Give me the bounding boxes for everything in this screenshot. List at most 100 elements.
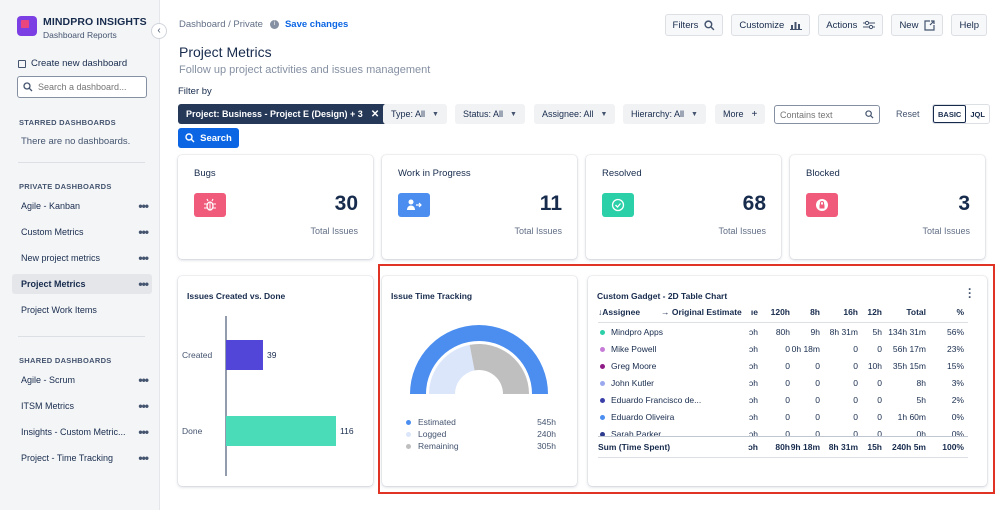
chevron-down-icon: ▼: [432, 110, 439, 118]
assignee-cell: Mindpro Apps: [600, 324, 663, 341]
starred-header: STARRED DASHBOARDS: [19, 118, 116, 127]
assignee-name: John Kutler: [611, 378, 654, 388]
col-assignee[interactable]: ↓Assignee: [598, 304, 640, 321]
sidebar-item-label: Project Work Items: [21, 305, 97, 315]
stat-card-resolved[interactable]: Resolved 68 Total Issues: [586, 155, 781, 259]
search-icon: [865, 110, 874, 119]
table-body[interactable]: Mindpro Apps ɔh 80h 9h 8h 31m 5h 134h 31m 56% Mi…: [598, 324, 968, 436]
dashboard-search-input[interactable]: [38, 82, 138, 92]
col-header: 120h: [770, 307, 790, 317]
assignee-color-dot: [600, 347, 605, 352]
filters-button[interactable]: Filters: [664, 14, 724, 36]
kebab-menu-icon[interactable]: · · ·: [967, 283, 973, 303]
divider: [598, 457, 968, 458]
more-icon[interactable]: •••: [138, 278, 149, 290]
stat-value: 11: [539, 192, 562, 215]
assignee-name: Mike Powell: [611, 344, 657, 354]
table-row[interactable]: John Kutler ɔh 0 0 0 0 8h 3%: [598, 375, 968, 392]
legend-swatch: [406, 443, 411, 449]
sidebar-item-project-work-items[interactable]: Project Work Items: [12, 300, 152, 320]
sidebar-item-agile-kanban[interactable]: Agile - Kanban •••: [12, 196, 152, 216]
more-icon[interactable]: •••: [138, 426, 149, 438]
table-cell: 0%: [951, 412, 964, 422]
sidebar-item-new-project-metrics[interactable]: New project metrics •••: [12, 248, 152, 268]
collapse-sidebar-button[interactable]: ‹: [151, 23, 167, 39]
create-icon: [18, 59, 26, 68]
sum-cell: 9h 18m: [790, 442, 820, 452]
more-icon[interactable]: •••: [138, 226, 149, 238]
assignee-filter-label: Assignee: All: [542, 109, 594, 119]
sidebar-item-agile-scrum[interactable]: Agile - Scrum •••: [12, 370, 152, 390]
stat-label: Work in Progress: [398, 168, 471, 179]
save-changes-link[interactable]: Save changes: [285, 19, 348, 30]
create-dashboard-button[interactable]: Create new dashboard: [18, 58, 127, 69]
more-icon[interactable]: •••: [138, 452, 149, 464]
reset-button[interactable]: Reset: [896, 109, 920, 119]
project-filter-chip[interactable]: Project: Business - Project E (Design) +…: [178, 104, 388, 124]
query-mode-toggle: BASIC JQL: [932, 104, 990, 124]
sidebar-item-itsm-metrics[interactable]: ITSM Metrics •••: [12, 396, 152, 416]
contains-text-input[interactable]: [780, 109, 860, 120]
type-filter[interactable]: Type: All ▼: [383, 104, 447, 124]
table-cell: 10h: [867, 361, 882, 371]
more-filter[interactable]: More +: [715, 104, 766, 124]
stat-card-work-in-progress[interactable]: Work in Progress 11 Total Issues: [382, 155, 577, 259]
col-original-estimate[interactable]: → Original Estimate: [661, 304, 742, 321]
contains-text-field[interactable]: [774, 105, 880, 124]
more-icon[interactable]: •••: [138, 200, 149, 212]
table-cell: 0%: [951, 429, 964, 436]
stat-card-blocked[interactable]: Blocked 3 Total Issues: [790, 155, 985, 259]
table-row[interactable]: Greg Moore ɔh 0 0 0 10h 35h 15m 15%: [598, 358, 968, 375]
table-cell: 0: [815, 412, 820, 422]
new-button[interactable]: New: [891, 14, 944, 36]
filters-label: Filters: [672, 19, 699, 31]
sidebar-item-custom-metrics[interactable]: Custom Metrics •••: [12, 222, 152, 242]
hierarchy-filter[interactable]: Hierarchy: All ▼: [623, 104, 706, 124]
table-cell: 0: [815, 395, 820, 405]
search-button[interactable]: Search: [178, 128, 239, 148]
stat-card-bugs[interactable]: Bugs 30 Total Issues: [178, 155, 373, 259]
customize-label: Customize: [739, 19, 785, 31]
table-cell: ɔh: [749, 361, 758, 371]
sidebar-item-time-tracking[interactable]: Project - Time Tracking •••: [12, 448, 152, 468]
table-cell: 0: [853, 395, 858, 405]
search-button-label: Search: [200, 132, 232, 144]
basic-mode-button[interactable]: BASIC: [933, 105, 967, 123]
more-icon[interactable]: •••: [138, 374, 149, 386]
created-vs-done-card: Issues Created vs. Done Created 39 Done 116: [178, 276, 373, 486]
close-icon[interactable]: ✕: [371, 109, 379, 120]
table-row[interactable]: Mindpro Apps ɔh 80h 9h 8h 31m 5h 134h 31m 56%: [598, 324, 968, 341]
actions-label: Actions: [826, 19, 858, 31]
chevron-down-icon: ▼: [510, 110, 517, 118]
sum-label: Sum (Time Spent): [598, 442, 671, 452]
jql-mode-button[interactable]: JQL: [966, 105, 989, 123]
bar[interactable]: [226, 340, 263, 370]
new-window-icon: [924, 19, 936, 31]
table-row[interactable]: Mike Powell ɔh 0 0h 18m 0 0 56h 17m 23%: [598, 341, 968, 358]
more-icon[interactable]: •••: [138, 252, 149, 264]
more-icon[interactable]: •••: [138, 400, 149, 412]
status-filter[interactable]: Status: All ▼: [455, 104, 525, 124]
divider: [18, 162, 145, 163]
table-cell: 15%: [946, 361, 964, 371]
table-cell: 0: [785, 344, 790, 354]
actions-button[interactable]: Actions: [818, 14, 884, 36]
assignee-filter[interactable]: Assignee: All ▼: [534, 104, 616, 124]
sidebar-item-project-metrics[interactable]: Project Metrics •••: [12, 274, 152, 294]
assignee-name: Eduardo Oliveira: [611, 412, 675, 422]
info-icon[interactable]: i: [269, 20, 279, 29]
sum-cell: 15h: [867, 442, 882, 452]
more-filter-label: More: [723, 109, 744, 119]
bar[interactable]: [226, 416, 336, 446]
brand[interactable]: MINDPRO INSIGHTS Dashboard Reports: [17, 16, 147, 40]
table-row[interactable]: Eduardo Oliveira ɔh 0 0 0 0 1h 60m 0%: [598, 409, 968, 426]
assignee-name: Sarah Parker: [611, 429, 662, 436]
customize-button[interactable]: Customize: [731, 14, 811, 36]
sidebar-item-insights-custom[interactable]: Insights - Custom Metric... •••: [12, 422, 152, 442]
dashboard-search[interactable]: [17, 76, 147, 98]
sum-cell: 8h 31m: [828, 442, 858, 452]
table-row[interactable]: Sarah Parker ɔh 0 0 0 0 0h 0%: [598, 426, 968, 436]
table-cell: 0h 18m: [791, 344, 820, 354]
table-row[interactable]: Eduardo Francisco de... ɔh 0 0 0 0 5h 2%: [598, 392, 968, 409]
help-button[interactable]: Help: [951, 14, 987, 36]
